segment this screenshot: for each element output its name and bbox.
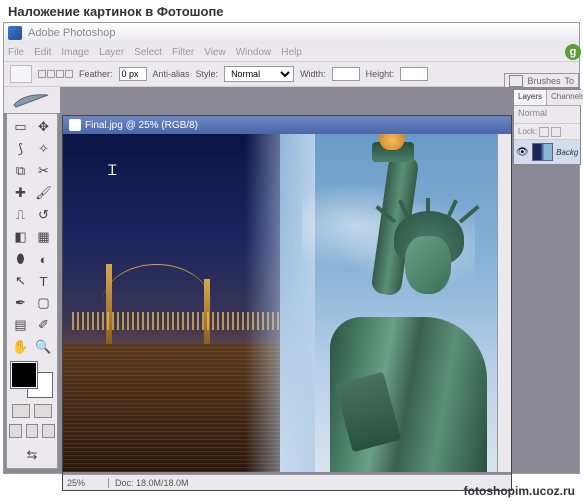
menu-file[interactable]: File bbox=[8, 47, 24, 58]
healing-tool-icon[interactable]: ✚ bbox=[9, 182, 32, 204]
lock-transparency-icon[interactable] bbox=[539, 127, 549, 137]
screen-mode-1-icon[interactable] bbox=[9, 424, 22, 438]
wand-tool-icon[interactable]: ✧ bbox=[32, 138, 55, 160]
footer-url: fotoshopim.ucoz.ru bbox=[464, 484, 575, 498]
notes-tool-icon[interactable]: ▤ bbox=[9, 314, 32, 336]
vertical-scrollbar[interactable] bbox=[497, 134, 511, 472]
dodge-tool-icon[interactable]: ◐ bbox=[32, 248, 55, 270]
color-swatches[interactable] bbox=[9, 362, 55, 398]
options-bar: Feather: Anti-alias Style: Normal Width:… bbox=[4, 61, 579, 87]
quickmask-mode-icon[interactable] bbox=[34, 404, 52, 418]
watermark-badge: g bbox=[565, 44, 581, 60]
feather-input[interactable] bbox=[119, 67, 147, 81]
document-title-bar[interactable]: Final.jpg @ 25% (RGB/8) bbox=[63, 116, 511, 134]
eyedropper-tool-icon[interactable]: ✐ bbox=[32, 314, 55, 336]
history-brush-icon[interactable]: ↺ bbox=[32, 204, 55, 226]
menu-bar: File Edit Image Layer Select Filter View… bbox=[4, 43, 579, 61]
document-window: Final.jpg @ 25% (RGB/8) bbox=[62, 115, 512, 491]
zoom-tool-icon[interactable]: 🔍 bbox=[32, 336, 55, 358]
menu-edit[interactable]: Edit bbox=[34, 47, 51, 58]
lasso-tool-icon[interactable]: ⟆ bbox=[9, 138, 32, 160]
path-tool-icon[interactable]: ↖ bbox=[9, 270, 32, 292]
eraser-tool-icon[interactable]: ◧ bbox=[9, 226, 32, 248]
width-input[interactable] bbox=[332, 67, 360, 81]
tab-layers[interactable]: Layers bbox=[514, 90, 547, 105]
menu-layer[interactable]: Layer bbox=[99, 47, 124, 58]
text-cursor-icon: Ꮖ bbox=[108, 164, 117, 180]
brush-tool-icon[interactable]: 🖌 bbox=[32, 182, 55, 204]
photoshop-icon bbox=[8, 26, 22, 40]
layers-panel: Layers Channels Normal Lock: 👁 Backgro bbox=[513, 89, 581, 165]
menu-image[interactable]: Image bbox=[61, 47, 89, 58]
antialias-label: Anti-alias bbox=[153, 69, 190, 79]
menu-window[interactable]: Window bbox=[236, 47, 272, 58]
document-title: Final.jpg @ 25% (RGB/8) bbox=[85, 120, 198, 131]
type-tool-icon[interactable]: T bbox=[32, 270, 55, 292]
width-label: Width: bbox=[300, 69, 326, 79]
title-bar[interactable]: Adobe Photoshop bbox=[4, 23, 579, 43]
pen-tool-icon[interactable]: ✒ bbox=[9, 292, 32, 314]
document-status-bar: 25% Doc: 18.0M/18.0M bbox=[63, 474, 511, 490]
doc-info: Doc: 18.0M/18.0M bbox=[109, 478, 195, 488]
palette-toggle-icon[interactable] bbox=[509, 75, 523, 87]
style-select[interactable]: Normal bbox=[224, 66, 294, 82]
lock-pixels-icon[interactable] bbox=[551, 127, 561, 137]
layer-name[interactable]: Backgro bbox=[556, 148, 578, 157]
feather-label: Feather: bbox=[79, 69, 113, 79]
toolbox: ▭✥ ⟆✧ ⧉✂ ✚🖌 ⎍↺ ◧▦ ⬮◐ ↖T ✒▢ ▤✐ ✋🔍 ⇆ bbox=[6, 113, 58, 469]
screen-mode-3-icon[interactable] bbox=[42, 424, 55, 438]
selection-mode-icons[interactable] bbox=[38, 70, 73, 78]
shape-tool-icon[interactable]: ▢ bbox=[32, 292, 55, 314]
zoom-input[interactable]: 25% bbox=[63, 478, 109, 488]
canvas-image: Ꮖ bbox=[63, 134, 497, 472]
jump-to-icon[interactable]: ⇆ bbox=[20, 444, 44, 466]
layer-thumbnail[interactable] bbox=[532, 143, 553, 161]
page-heading: Наложение картинок в Фотошопе bbox=[0, 0, 583, 23]
tool-preset-icon[interactable] bbox=[10, 65, 32, 83]
foreground-color-swatch[interactable] bbox=[11, 362, 37, 388]
style-label: Style: bbox=[196, 69, 219, 79]
brushes-label: Brushes bbox=[527, 76, 560, 86]
menu-help[interactable]: Help bbox=[281, 47, 302, 58]
feather-brush-icon bbox=[4, 87, 60, 113]
gradient-tool-icon[interactable]: ▦ bbox=[32, 226, 55, 248]
photoshop-window: Adobe Photoshop File Edit Image Layer Se… bbox=[3, 22, 580, 474]
stamp-tool-icon[interactable]: ⎍ bbox=[9, 204, 32, 226]
menu-view[interactable]: View bbox=[204, 47, 226, 58]
statue-liberty bbox=[289, 161, 497, 472]
menu-filter[interactable]: Filter bbox=[172, 47, 194, 58]
crop-tool-icon[interactable]: ⧉ bbox=[9, 160, 32, 182]
menu-select[interactable]: Select bbox=[134, 47, 162, 58]
tab-channels[interactable]: Channels bbox=[547, 90, 583, 105]
lock-label: Lock: bbox=[518, 127, 537, 136]
move-tool-icon[interactable]: ✥ bbox=[32, 116, 55, 138]
slice-tool-icon[interactable]: ✂ bbox=[32, 160, 55, 182]
canvas-area[interactable]: Ꮖ bbox=[63, 134, 497, 472]
height-label: Height: bbox=[366, 69, 395, 79]
visibility-eye-icon[interactable]: 👁 bbox=[516, 145, 529, 159]
layer-row[interactable]: 👁 Backgro bbox=[514, 140, 580, 164]
screen-mode-2-icon[interactable] bbox=[26, 424, 39, 438]
blend-mode-select[interactable]: Normal bbox=[514, 106, 580, 124]
height-input[interactable] bbox=[400, 67, 428, 81]
blur-tool-icon[interactable]: ⬮ bbox=[9, 248, 32, 270]
standard-mode-icon[interactable] bbox=[12, 404, 30, 418]
marquee-tool-icon[interactable]: ▭ bbox=[9, 116, 32, 138]
lock-row: Lock: bbox=[514, 124, 580, 140]
document-icon bbox=[69, 119, 81, 131]
tool-presets-label: To bbox=[564, 76, 574, 86]
hand-tool-icon[interactable]: ✋ bbox=[9, 336, 32, 358]
app-title: Adobe Photoshop bbox=[28, 27, 115, 39]
